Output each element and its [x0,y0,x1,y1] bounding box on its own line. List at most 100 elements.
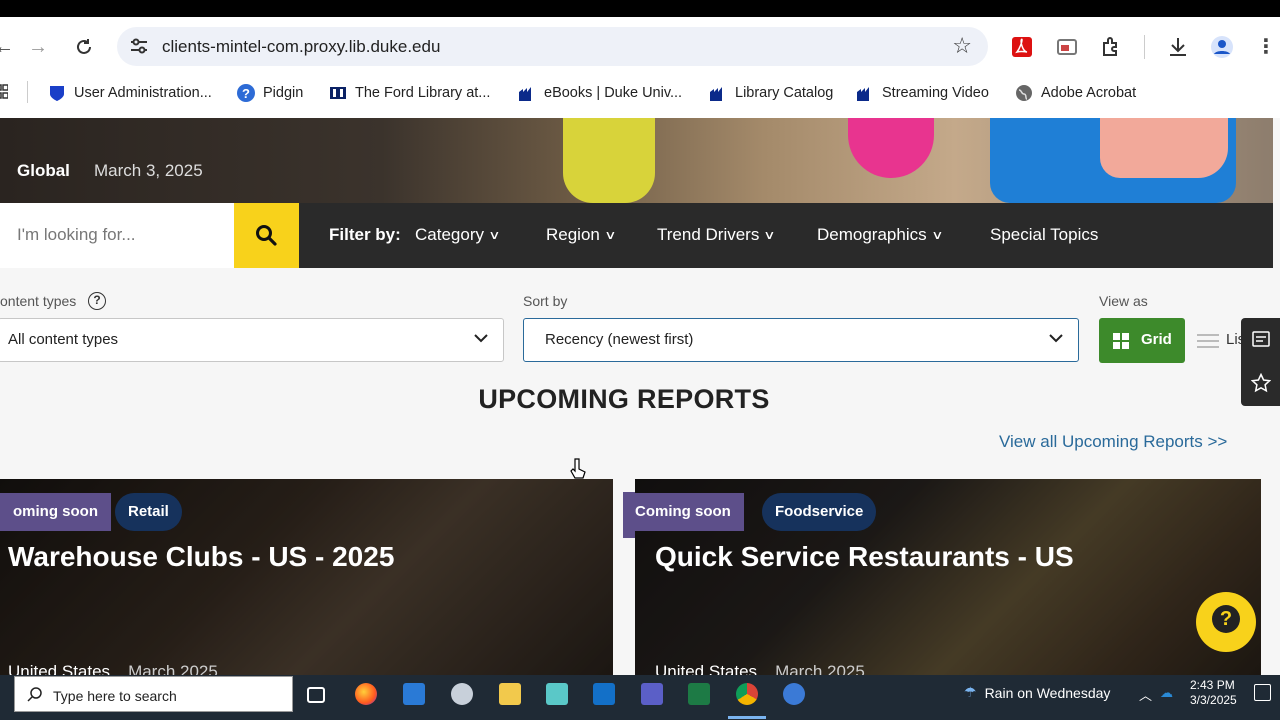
active-app-indicator [728,716,766,719]
hero-date: March 3, 2025 [94,161,203,180]
filter-by-label: Filter by: [329,225,401,244]
duke-icon [710,87,722,101]
search-icon [27,687,42,702]
mouse-pointer-icon [570,458,586,479]
windows-taskbar: Type here to search ☂ Rain on Wednesday … [0,675,1280,720]
notification-center-icon[interactable] [1254,684,1271,701]
profile-avatar-icon[interactable] [1210,35,1234,59]
grid-label: Grid [1141,331,1172,348]
saved-reports-icon[interactable] [1251,329,1271,349]
search-placeholder: I'm looking for... [17,225,136,244]
bookmark-label: Streaming Video [882,85,989,101]
firefox-icon[interactable] [355,683,377,705]
chevron-down-icon [474,334,488,343]
question-icon: ? [237,84,255,102]
content-types-select[interactable]: All content types [0,318,504,362]
card-date: March 2025 [775,662,865,675]
bookmark-label: User Administration... [74,85,212,101]
filter-label: Category [415,225,484,244]
bookmark-library-catalog[interactable]: Library Catalog [709,82,833,104]
help-chat-button[interactable]: ? [1196,592,1256,652]
toolbar-divider [1144,35,1145,59]
view-as-label: View as [1099,293,1148,309]
bookmark-ebooks-duke[interactable]: eBooks | Duke Univ... [518,82,682,104]
remote-desktop-icon[interactable] [403,683,425,705]
address-bar[interactable]: clients-mintel-com.proxy.lib.duke.edu ☆ [117,27,988,66]
report-card[interactable]: Coming soon Foodservice Quick Service Re… [635,479,1261,675]
chevron-down-icon: ∨ [604,228,617,242]
task-view-icon[interactable] [307,687,325,703]
bookmark-adobe-acrobat[interactable]: Adobe Acrobat [1015,82,1136,104]
paint-icon[interactable] [451,683,473,705]
library-icon [330,87,346,99]
search-button[interactable] [234,203,299,268]
bookmark-pidgin[interactable]: ? Pidgin [237,82,303,104]
question-icon: ? [1212,605,1240,633]
sort-by-label: Sort by [523,293,568,309]
apps-grid-icon[interactable] [0,84,8,100]
report-card[interactable]: oming soon Retail Warehouse Clubs - US -… [0,479,613,675]
chevron-down-icon: ∨ [763,228,776,242]
download-icon[interactable] [1166,35,1190,59]
duke-icon [519,87,531,101]
filter-demographics[interactable]: Demographics ∨ [817,225,943,245]
search-input[interactable]: I'm looking for... [0,203,234,268]
filter-region[interactable]: Region ∨ [546,225,617,245]
forward-icon[interactable]: → [24,35,52,59]
shield-icon [50,86,64,101]
menu-kebab-icon[interactable]: ⋮ [1252,35,1280,59]
filter-bar: I'm looking for... Filter by: Category ∨ … [0,203,1273,268]
cast-extension-icon[interactable] [1055,35,1079,59]
outlook-icon[interactable] [593,683,615,705]
taskbar-clock[interactable]: 2:43 PM 3/3/2025 [1190,678,1237,708]
list-view-button[interactable]: Lis [1185,318,1245,363]
bookmark-user-administration[interactable]: User Administration... [48,82,212,104]
teams-icon[interactable] [641,683,663,705]
hero-region: Global [17,161,70,180]
bookmark-streaming-video[interactable]: Streaming Video [856,82,989,104]
favorite-star-icon[interactable] [1251,373,1271,393]
app-icon[interactable] [783,683,805,705]
category-badge[interactable]: Retail [115,493,182,531]
help-circle-icon[interactable]: ? [88,292,106,310]
filter-special-topics[interactable]: Special Topics [990,225,1098,245]
file-explorer-icon[interactable] [499,683,521,705]
category-badge[interactable]: Foodservice [762,493,877,531]
chevron-down-icon: ∨ [488,228,501,242]
coming-soon-badge: oming soon [0,493,111,531]
tray-expand-icon[interactable]: ︿ [1139,685,1152,704]
card-title[interactable]: Warehouse Clubs - US - 2025 [8,541,394,573]
weather-widget[interactable]: ☂ Rain on Wednesday [964,684,1110,701]
taskbar-search[interactable]: Type here to search [14,676,293,712]
notes-app-icon[interactable] [546,683,568,705]
sort-by-select[interactable]: Recency (newest first) [523,318,1079,362]
rain-umbrella-icon: ☂ [964,684,977,700]
bookmark-label: The Ford Library at... [355,85,491,101]
url-text[interactable]: clients-mintel-com.proxy.lib.duke.edu [162,37,440,57]
grid-view-button[interactable]: Grid [1099,318,1185,363]
filter-trend-drivers[interactable]: Trend Drivers ∨ [657,225,776,245]
bookmark-star-icon[interactable]: ☆ [952,33,972,59]
back-icon[interactable]: ← [0,35,18,59]
section-title: UPCOMING REPORTS [478,384,770,414]
filter-label: Trend Drivers [657,225,760,244]
excel-icon[interactable] [688,683,710,705]
hero-image-glove [563,118,655,203]
pdf-extension-icon[interactable] [1010,35,1034,59]
browser-chrome: ← → clients-mintel-com.proxy.lib.duke.ed… [0,17,1280,118]
filter-category[interactable]: Category ∨ [415,225,501,245]
bookmark-ford-library[interactable]: The Ford Library at... [329,82,490,104]
reload-icon[interactable] [70,35,98,59]
site-settings-icon[interactable] [129,36,149,56]
card-region: United States [655,662,758,675]
svg-text:?: ? [242,86,250,101]
chrome-icon[interactable] [736,683,758,705]
view-all-upcoming-link[interactable]: View all Upcoming Reports >> [999,432,1227,452]
onedrive-icon[interactable]: ☁ [1160,685,1173,701]
card-meta: United States March 2025 [655,662,865,675]
card-title[interactable]: Quick Service Restaurants - US [655,541,1074,573]
clock-time: 2:43 PM [1190,678,1235,692]
filter-label: Region [546,225,600,244]
hero-image-cloth [1100,118,1228,178]
extensions-puzzle-icon[interactable] [1099,35,1123,59]
